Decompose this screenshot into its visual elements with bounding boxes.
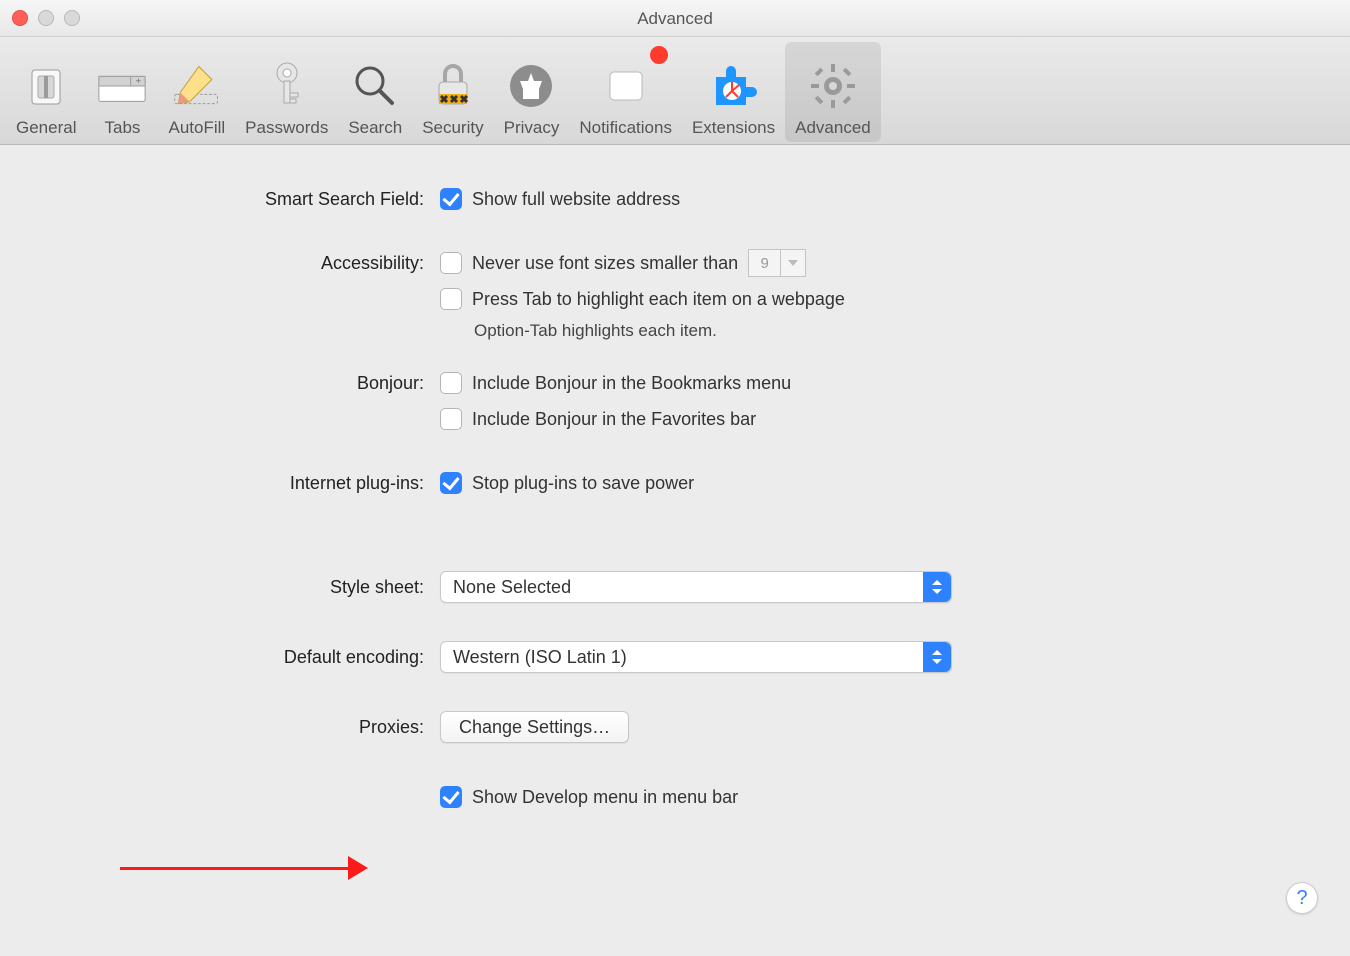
- help-button[interactable]: ?: [1286, 882, 1318, 914]
- default-encoding-select[interactable]: Western (ISO Latin 1): [440, 641, 952, 673]
- titlebar: Advanced: [0, 0, 1350, 37]
- privacy-icon: [505, 60, 557, 112]
- preferences-content: Smart Search Field: Show full website ad…: [0, 145, 1350, 819]
- style-sheet-value: None Selected: [453, 577, 571, 598]
- default-encoding-label: Default encoding:: [40, 641, 440, 673]
- select-arrows-icon: [923, 572, 951, 602]
- min-font-text: Never use font sizes smaller than: [472, 253, 738, 274]
- bonjour-bookmarks-checkbox[interactable]: [440, 372, 462, 394]
- smart-search-label: Smart Search Field:: [40, 185, 440, 213]
- press-tab-text: Press Tab to highlight each item on a we…: [472, 289, 845, 310]
- toolbar-item-label: Advanced: [795, 118, 871, 138]
- toolbar-item-label: Security: [422, 118, 483, 138]
- stop-plugins-checkbox[interactable]: [440, 472, 462, 494]
- change-settings-button[interactable]: Change Settings…: [440, 711, 629, 743]
- accessibility-hint: Option-Tab highlights each item.: [474, 321, 1310, 341]
- toolbar-item-notifications[interactable]: Notifications: [569, 42, 682, 142]
- min-font-checkbox[interactable]: [440, 252, 462, 274]
- preferences-toolbar: General + Tabs AutoFill Passwords Search…: [0, 37, 1350, 145]
- window-controls: [12, 10, 80, 26]
- bonjour-favorites-checkbox[interactable]: [440, 408, 462, 430]
- annotation-arrow-icon: [120, 856, 380, 880]
- toolbar-item-label: Passwords: [245, 118, 328, 138]
- toolbar-item-search[interactable]: Search: [338, 42, 412, 142]
- toolbar-item-autofill[interactable]: AutoFill: [158, 42, 235, 142]
- toolbar-item-advanced[interactable]: Advanced: [785, 42, 881, 142]
- show-full-url-checkbox[interactable]: [440, 188, 462, 210]
- tabs-icon: +: [96, 60, 148, 112]
- toolbar-item-label: Privacy: [504, 118, 560, 138]
- show-develop-menu-checkbox[interactable]: [440, 786, 462, 808]
- style-sheet-select[interactable]: None Selected: [440, 571, 952, 603]
- show-develop-menu-text: Show Develop menu in menu bar: [472, 787, 738, 808]
- general-icon: [20, 60, 72, 112]
- svg-text:+: +: [136, 76, 142, 87]
- toolbar-item-label: Tabs: [105, 118, 141, 138]
- style-sheet-label: Style sheet:: [40, 571, 440, 603]
- close-window-button[interactable]: [12, 10, 28, 26]
- toolbar-item-passwords[interactable]: Passwords: [235, 42, 338, 142]
- stop-plugins-text: Stop plug-ins to save power: [472, 473, 694, 494]
- notifications-badge-icon: [650, 46, 668, 64]
- show-full-url-text: Show full website address: [472, 189, 680, 210]
- toolbar-item-general[interactable]: General: [6, 42, 86, 142]
- bonjour-favorites-text: Include Bonjour in the Favorites bar: [472, 409, 756, 430]
- toolbar-item-label: General: [16, 118, 76, 138]
- chevron-down-icon[interactable]: [780, 249, 806, 277]
- min-font-size-input[interactable]: [748, 249, 780, 277]
- press-tab-checkbox[interactable]: [440, 288, 462, 310]
- default-encoding-value: Western (ISO Latin 1): [453, 647, 627, 668]
- toolbar-item-label: AutoFill: [168, 118, 225, 138]
- autofill-icon: [171, 60, 223, 112]
- bonjour-bookmarks-text: Include Bonjour in the Bookmarks menu: [472, 373, 791, 394]
- notifications-icon: [600, 60, 652, 112]
- accessibility-label: Accessibility:: [40, 249, 440, 277]
- min-font-size-stepper[interactable]: [748, 249, 806, 277]
- toolbar-item-label: Extensions: [692, 118, 775, 138]
- minimize-window-button[interactable]: [38, 10, 54, 26]
- advanced-icon: [807, 60, 859, 112]
- bonjour-label: Bonjour:: [40, 369, 440, 397]
- plugins-label: Internet plug-ins:: [40, 469, 440, 497]
- toolbar-item-privacy[interactable]: Privacy: [494, 42, 570, 142]
- toolbar-item-security[interactable]: Security: [412, 42, 493, 142]
- select-arrows-icon: [923, 642, 951, 672]
- toolbar-item-label: Notifications: [579, 118, 672, 138]
- toolbar-item-label: Search: [348, 118, 402, 138]
- passwords-icon: [261, 60, 313, 112]
- window-title: Advanced: [637, 9, 713, 28]
- zoom-window-button[interactable]: [64, 10, 80, 26]
- toolbar-item-extensions[interactable]: Extensions: [682, 42, 785, 142]
- toolbar-item-tabs[interactable]: + Tabs: [86, 42, 158, 142]
- security-icon: [427, 60, 479, 112]
- extensions-icon: [708, 60, 760, 112]
- search-icon: [349, 60, 401, 112]
- proxies-label: Proxies:: [40, 711, 440, 743]
